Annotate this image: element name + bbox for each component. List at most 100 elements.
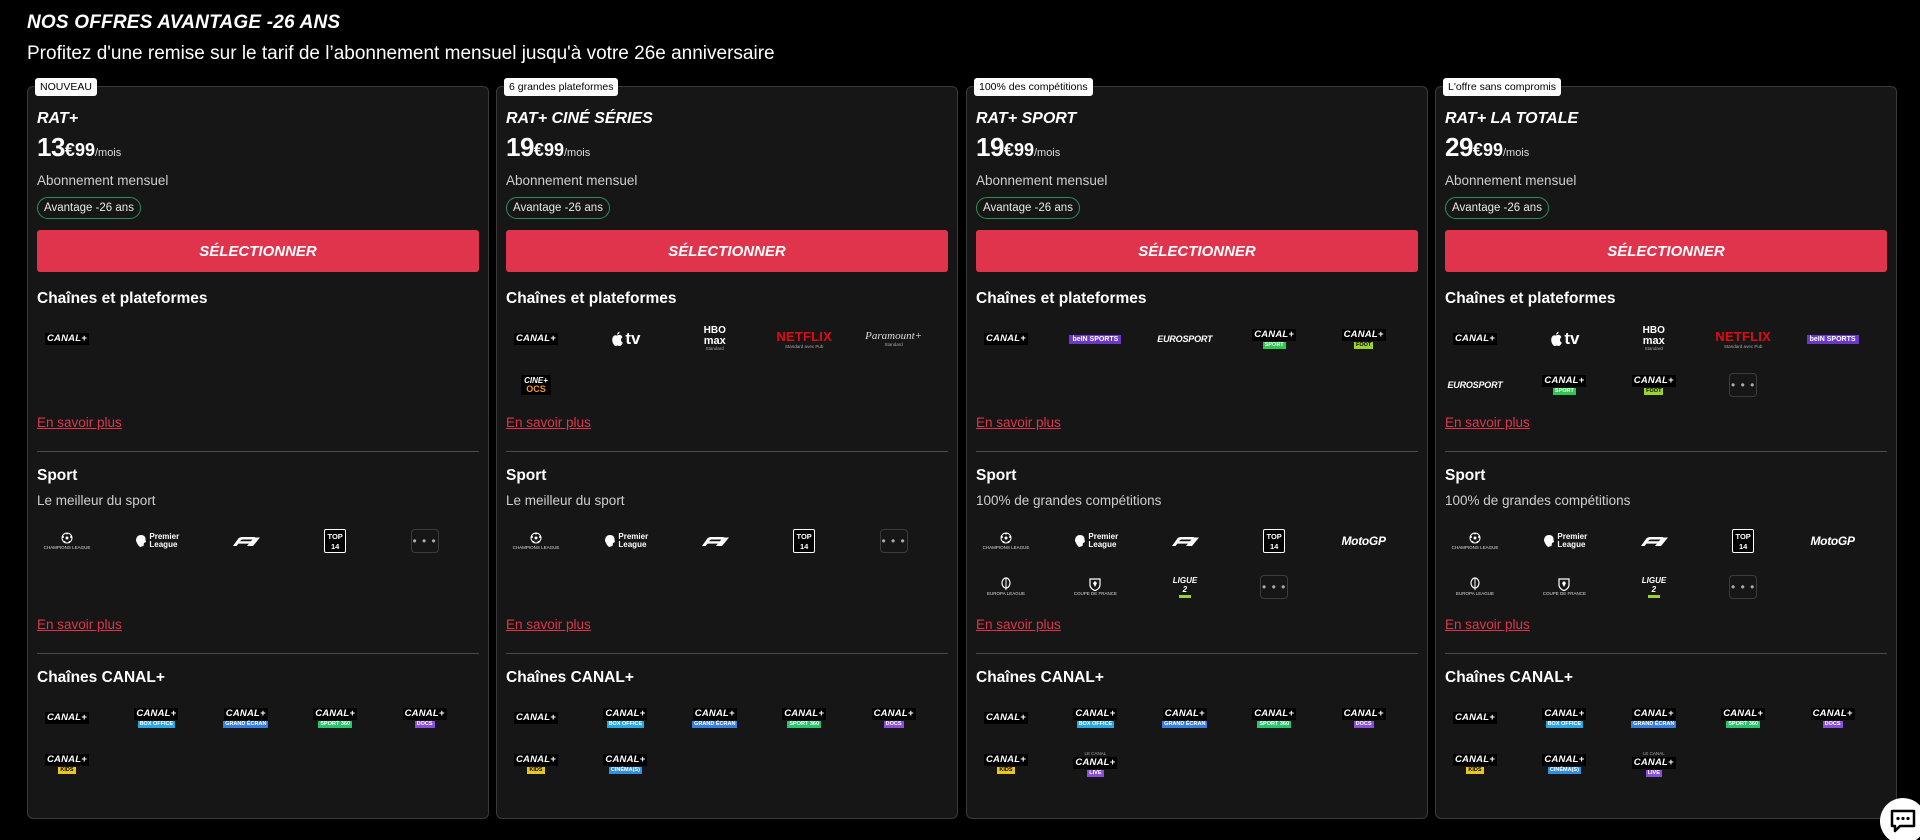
- champions-league-logo: CHAMPIONS LEAGUE: [506, 526, 566, 556]
- more-icon[interactable]: • • •: [410, 529, 439, 553]
- page-subtitle: Profitez d'une remise sur le tarif de l’…: [27, 43, 775, 64]
- logo-text: CANAL+: [45, 712, 89, 724]
- netflix-logo: NETFLIX Standard avec Pub: [1713, 324, 1773, 354]
- logo-text: CANAL+: [871, 708, 916, 720]
- logo-text: CANAL+: [313, 708, 358, 720]
- more-logos-button[interactable]: • • •: [1244, 572, 1304, 602]
- more-logos-button[interactable]: • • •: [395, 526, 455, 556]
- select-button[interactable]: SÉLECTIONNER: [1445, 230, 1887, 272]
- canal-plus-main-logo: CANAL+: [1445, 703, 1505, 733]
- advantage-badge: Avantage -26 ans: [37, 197, 141, 219]
- chat-icon: [1890, 809, 1916, 833]
- sport-more-link[interactable]: En savoir plus: [37, 617, 122, 632]
- logo-subtext: KIDS: [527, 767, 545, 774]
- select-button[interactable]: SÉLECTIONNER: [37, 230, 479, 272]
- champions-text: CHAMPIONS LEAGUE: [43, 545, 91, 550]
- section-divider: [506, 451, 948, 452]
- apple-tv-mark: tv: [610, 329, 640, 349]
- champions-league-logo: CHAMPIONS LEAGUE: [1445, 526, 1505, 556]
- channels-more-link[interactable]: En savoir plus: [976, 415, 1061, 430]
- star-ball-icon: [530, 532, 542, 544]
- price-decimals: 99: [1013, 140, 1034, 160]
- chat-button[interactable]: [1880, 798, 1920, 840]
- logo-text: CANAL+: [1341, 708, 1386, 720]
- logo-text: CANAL+: [1721, 708, 1766, 720]
- canal-plus-sport360-logo: CANAL+ SPORT 360: [305, 703, 365, 733]
- section-divider: [976, 653, 1418, 654]
- formula-1-logo: F1: [685, 526, 745, 556]
- section-divider: [976, 451, 1418, 452]
- logo-subtext: CINÉMA(S): [1547, 767, 1581, 774]
- price-integer: 13: [37, 132, 65, 162]
- lion-icon: [136, 535, 147, 547]
- logo-text: CANAL+: [603, 754, 648, 766]
- canal-plus-box_office-logo: CANAL+ BOX OFFICE: [1534, 703, 1594, 733]
- top14-text: TOP 14: [796, 532, 812, 551]
- more-icon[interactable]: • • •: [1260, 575, 1289, 599]
- advantage-badge: Avantage -26 ans: [1445, 197, 1549, 219]
- f1-icon: [1171, 537, 1199, 546]
- more-logos-button[interactable]: • • •: [1713, 370, 1773, 400]
- bein-sports-logo: beIN SPORTS: [1803, 324, 1863, 354]
- price-decimals: 99: [1482, 140, 1503, 160]
- hbo-max-logo: HBO max Standard: [1624, 324, 1684, 354]
- channels-more-link[interactable]: En savoir plus: [1445, 415, 1530, 430]
- logo-subtext: FOOT: [1644, 388, 1664, 395]
- premier-row: Premier League: [1543, 533, 1587, 549]
- coupe-de-france-logo: COUPE DE FRANCE: [1065, 572, 1125, 602]
- netflix-logo-subtext: Standard avec Pub: [1724, 343, 1763, 349]
- channels-more-link[interactable]: En savoir plus: [506, 415, 591, 430]
- sport-more-link[interactable]: En savoir plus: [506, 617, 591, 632]
- canal-plus-docs-logo: CANAL+ DOCS: [395, 703, 455, 733]
- channels-section-title: Chaînes et plateformes: [976, 290, 1147, 307]
- ligue2-bar: [1647, 595, 1660, 598]
- ligue-2-logo: LIGUE 2: [1624, 572, 1684, 602]
- plan-name: RAT+: [37, 110, 79, 127]
- top-14-logo: TOP 14: [1713, 526, 1773, 556]
- more-logos-button[interactable]: • • •: [1713, 572, 1773, 602]
- more-icon[interactable]: • • •: [1729, 373, 1758, 397]
- canal-plus-docs-logo: CANAL+ DOCS: [1334, 703, 1394, 733]
- select-button[interactable]: SÉLECTIONNER: [976, 230, 1418, 272]
- canal-plus-box_office-logo: CANAL+ BOX OFFICE: [1065, 703, 1125, 733]
- logo-text: CANAL+: [1542, 754, 1587, 766]
- apple-tv-logo: tv: [595, 324, 655, 354]
- europa-text: EUROPA LEAGUE: [1456, 591, 1494, 596]
- more-logos-button[interactable]: • • •: [864, 526, 924, 556]
- premier-row: Premier League: [1074, 532, 1119, 549]
- sport-section-title: Sport: [1445, 467, 1486, 484]
- logo-subtext: KIDS: [997, 767, 1015, 774]
- canal-plus-kids-logo: CANAL+ KIDS: [506, 749, 566, 779]
- top14-box: TOP 14: [1263, 529, 1286, 553]
- offer-card: 100% des compétitions RAT+ SPORT 19€99/moi…: [966, 78, 1428, 819]
- offer-card: 6 grandes plateformes RAT+ CINÉ SÉRIES 19€…: [496, 78, 958, 819]
- f1-icon: [701, 537, 729, 546]
- ligue2-text: LIGUE 2: [1641, 576, 1667, 594]
- apple-tv-text: tv: [625, 329, 641, 348]
- eurosport-logo: EUROSPORT: [1155, 324, 1215, 354]
- price-currency: €: [533, 140, 544, 160]
- apple-tv-mark: tv: [1549, 329, 1579, 349]
- hbo-sub: Standard: [1644, 346, 1663, 351]
- page-header: NOS OFFRES AVANTAGE -26 ANS Profitez d'u…: [27, 12, 775, 65]
- select-button[interactable]: SÉLECTIONNER: [506, 230, 948, 272]
- premier-row: Premier League: [135, 533, 179, 549]
- motogp-logo-text: MotoGP: [1341, 534, 1386, 548]
- sport-more-link[interactable]: En savoir plus: [1445, 617, 1530, 632]
- channels-more-link[interactable]: En savoir plus: [37, 415, 122, 430]
- max-text: max: [1642, 335, 1665, 347]
- canal-plus-live-logo: LE CANAL CANAL+ LIVE: [1624, 749, 1684, 779]
- sport-more-link[interactable]: En savoir plus: [976, 617, 1061, 632]
- ocs-text: OCS: [526, 384, 546, 394]
- channels-section-title: Chaînes et plateformes: [1445, 290, 1616, 307]
- logo-text: CANAL+: [45, 754, 89, 766]
- logo-text: CANAL+: [1631, 375, 1676, 387]
- plan-name: RAT+ LA TOTALE: [1445, 110, 1579, 127]
- more-icon[interactable]: • • •: [1729, 575, 1758, 599]
- logo-subtext: BOX OFFICE: [1545, 721, 1584, 728]
- offer-card: NOUVEAU RAT+ 13€99/mois Abonnement mensuel A…: [27, 78, 489, 819]
- logo-text: CANAL+: [984, 712, 1028, 724]
- premier-text: Premier League: [1088, 532, 1119, 549]
- more-icon[interactable]: • • •: [879, 529, 908, 553]
- logo-text: CANAL+: [1453, 712, 1497, 724]
